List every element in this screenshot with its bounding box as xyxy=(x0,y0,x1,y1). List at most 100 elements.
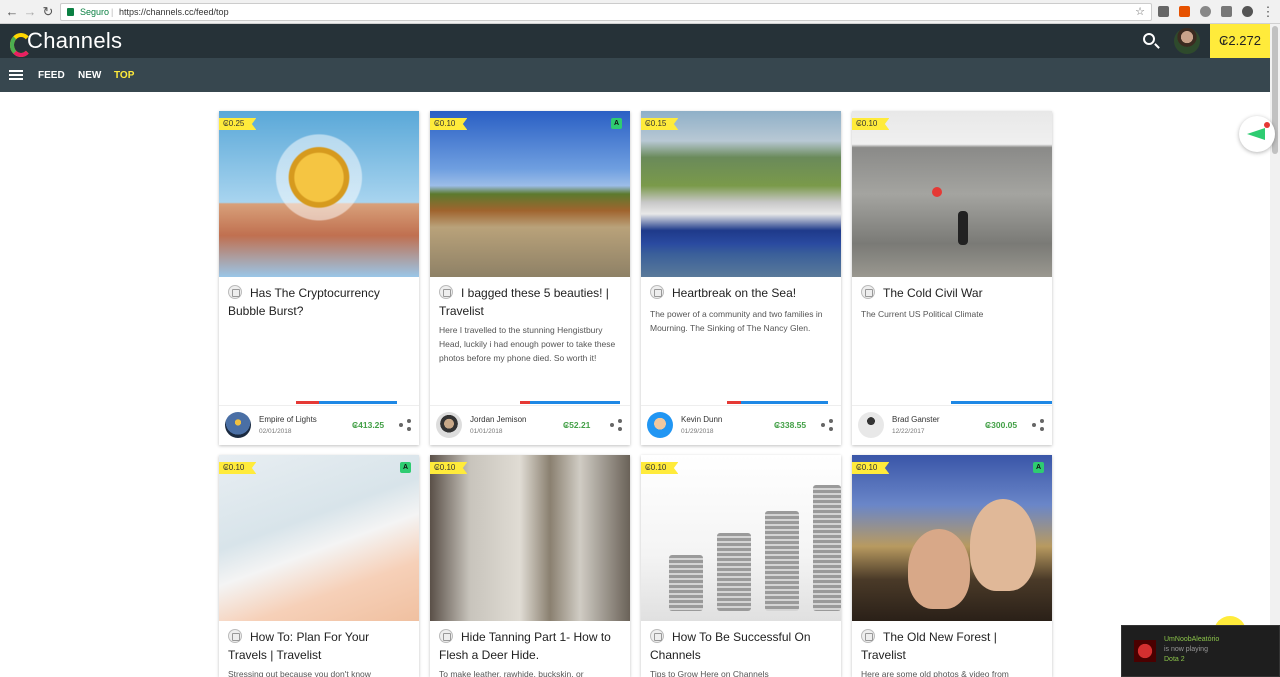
logo[interactable]: Channels xyxy=(10,27,123,57)
tab-feed[interactable]: FEED xyxy=(38,70,65,81)
author-name[interactable]: Empire of Lights xyxy=(259,415,317,424)
author-name[interactable]: Kevin Dunn xyxy=(681,415,722,424)
extension-icon[interactable] xyxy=(1221,6,1232,17)
url-text: https://channels.cc/feed/top xyxy=(119,7,229,17)
post-date: 01/01/2018 xyxy=(470,428,503,435)
author-row: Brad Ganster 12/22/2017 ₢300.05 xyxy=(852,405,1052,445)
post-description: To make leather, rawhide, buckskin, or xyxy=(439,669,584,677)
search-icon[interactable] xyxy=(1143,33,1155,45)
sub-navigation: FEED NEW TOP xyxy=(0,58,1270,92)
balance-button[interactable]: ₢2.272 xyxy=(1210,24,1270,58)
vote-bar-up xyxy=(319,401,397,404)
post-card[interactable]: ₢0.10 A How To: Plan For Your Travels | … xyxy=(219,455,419,677)
post-date: 12/22/2017 xyxy=(892,428,925,435)
extension-icon[interactable] xyxy=(1242,6,1253,17)
notification-dot xyxy=(1264,122,1270,128)
game-notification-toast[interactable]: UmNoobAleatório is now playing Dota 2 xyxy=(1121,625,1280,677)
address-bar[interactable]: Seguro | https://channels.cc/feed/top ☆ xyxy=(60,3,1152,21)
post-card[interactable]: ₢0.15 Heartbreak on the Sea! The power o… xyxy=(641,111,841,445)
face-shape xyxy=(908,529,970,609)
post-image[interactable] xyxy=(641,111,841,277)
post-title[interactable]: The Old New Forest | Travelist xyxy=(861,628,1043,664)
author-avatar[interactable] xyxy=(225,412,251,438)
app-header: Channels ₢2.272 xyxy=(0,24,1270,58)
post-image[interactable] xyxy=(430,455,630,621)
post-title[interactable]: Heartbreak on the Sea! xyxy=(650,284,832,302)
extension-icon[interactable] xyxy=(1200,6,1211,17)
article-icon xyxy=(439,285,453,299)
coin-stack-shape xyxy=(669,555,703,611)
author-avatar[interactable] xyxy=(436,412,462,438)
tab-top[interactable]: TOP xyxy=(114,70,134,81)
tab-new[interactable]: NEW xyxy=(78,70,101,81)
share-icon[interactable] xyxy=(399,419,411,431)
price-badge: ₢0.10 xyxy=(430,118,468,130)
share-icon[interactable] xyxy=(1032,419,1044,431)
post-description: Stressing out because you don't know xyxy=(228,669,371,677)
browser-toolbar: ← → ↻ Seguro | https://channels.cc/feed/… xyxy=(0,0,1280,24)
post-title[interactable]: The Cold Civil War xyxy=(861,284,1043,302)
earnings-amount: ₢52.21 xyxy=(563,420,591,430)
post-image[interactable] xyxy=(430,111,630,277)
toast-game: Dota 2 xyxy=(1164,656,1185,663)
star-icon[interactable]: ☆ xyxy=(1135,4,1145,20)
vote-bar-up xyxy=(530,401,620,404)
game-avatar-icon xyxy=(1134,640,1156,662)
a-badge: A xyxy=(1033,462,1044,473)
post-card[interactable]: ₢0.10 A I bagged these 5 beauties! | Tra… xyxy=(430,111,630,445)
lock-icon xyxy=(67,8,74,16)
extension-icon[interactable] xyxy=(1158,6,1169,17)
send-floating-button[interactable] xyxy=(1239,116,1275,152)
logo-text: Channels xyxy=(27,28,123,53)
price-badge: ₢0.10 xyxy=(852,462,890,474)
browser-menu-icon[interactable]: ⋮ xyxy=(1260,4,1276,20)
post-title[interactable]: How To: Plan For Your Travels | Travelis… xyxy=(228,628,410,664)
channels-logo-icon xyxy=(10,31,32,57)
post-date: 02/01/2018 xyxy=(259,428,292,435)
page-scrollbar[interactable] xyxy=(1270,24,1280,677)
article-icon xyxy=(861,285,875,299)
post-description: The power of a community and two familie… xyxy=(650,309,823,333)
post-card[interactable]: ₢0.10 Hide Tanning Part 1- How to Flesh … xyxy=(430,455,630,677)
coin-stack-shape xyxy=(813,485,841,611)
post-image[interactable] xyxy=(852,111,1052,277)
reload-icon[interactable]: ↻ xyxy=(40,4,56,20)
a-badge: A xyxy=(400,462,411,473)
post-card[interactable]: ₢0.10 A The Old New Forest | Travelist H… xyxy=(852,455,1052,677)
post-card[interactable]: ₢0.10 How To Be Successful On Channels T… xyxy=(641,455,841,677)
author-name[interactable]: Brad Ganster xyxy=(892,415,940,424)
post-image[interactable] xyxy=(219,111,419,277)
extension-icon[interactable] xyxy=(1179,6,1190,17)
post-image[interactable] xyxy=(852,455,1052,621)
user-avatar[interactable] xyxy=(1174,28,1200,54)
post-image[interactable] xyxy=(641,455,841,621)
post-title[interactable]: Hide Tanning Part 1- How to Flesh a Deer… xyxy=(439,628,621,664)
post-image[interactable] xyxy=(219,455,419,621)
post-title[interactable]: How To Be Successful On Channels xyxy=(650,628,832,664)
post-title[interactable]: Has The Cryptocurrency Bubble Burst? xyxy=(228,284,410,320)
hamburger-menu-icon[interactable] xyxy=(9,70,23,80)
post-title[interactable]: I bagged these 5 beauties! | Travelist xyxy=(439,284,621,320)
article-icon xyxy=(228,285,242,299)
toast-user: UmNoobAleatório xyxy=(1164,636,1220,643)
post-card[interactable]: ₢0.10 The Cold Civil War The Current US … xyxy=(852,111,1052,445)
post-card[interactable]: ₢0.25 Has The Cryptocurrency Bubble Burs… xyxy=(219,111,419,445)
face-shape xyxy=(970,499,1036,591)
separator: | xyxy=(111,7,114,17)
vote-bar-down xyxy=(520,401,530,404)
author-name[interactable]: Jordan Jemison xyxy=(470,415,526,424)
coin-stack-shape xyxy=(765,511,799,611)
earnings-amount: ₢300.05 xyxy=(985,420,1018,430)
security-label: Seguro xyxy=(80,7,110,17)
share-icon[interactable] xyxy=(821,419,833,431)
forward-icon[interactable]: → xyxy=(22,4,38,20)
post-description: The Current US Political Climate xyxy=(861,309,984,319)
earnings-amount: ₢338.55 xyxy=(774,420,807,430)
send-arrow-icon xyxy=(1247,128,1265,140)
author-avatar[interactable] xyxy=(647,412,673,438)
share-icon[interactable] xyxy=(610,419,622,431)
post-description: Tips to Grow Here on Channels xyxy=(650,669,769,677)
vote-bar-down xyxy=(727,401,741,404)
author-avatar[interactable] xyxy=(858,412,884,438)
back-icon[interactable]: ← xyxy=(4,4,20,20)
